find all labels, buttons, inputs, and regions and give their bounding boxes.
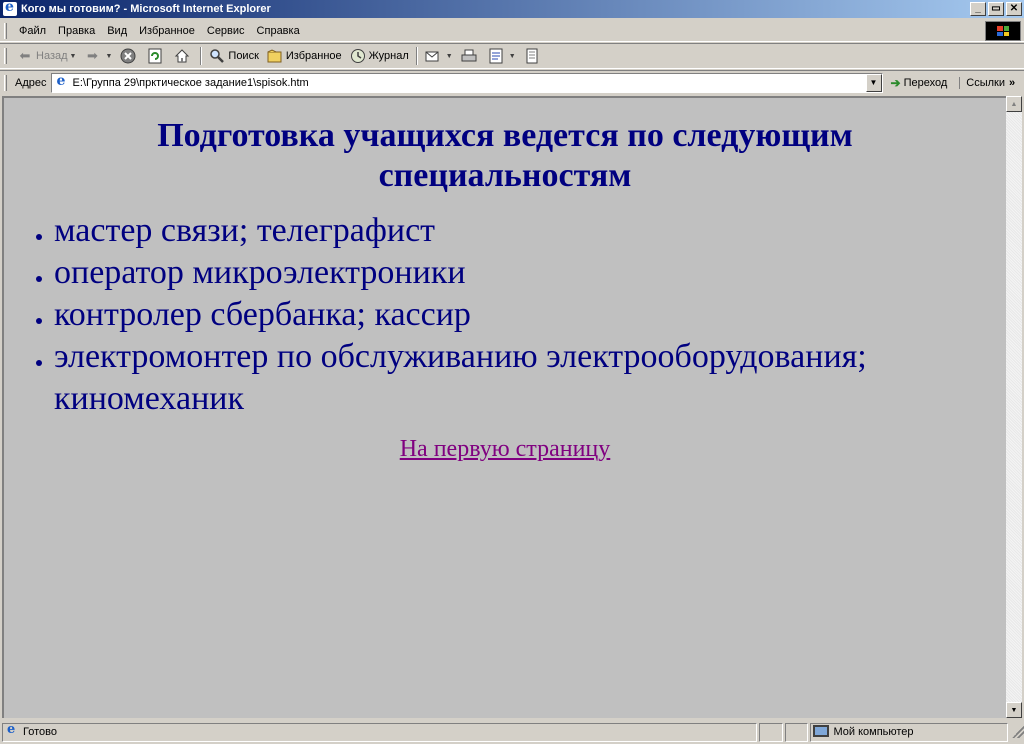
toolbar-grip[interactable] — [4, 48, 7, 64]
status-main: Готово — [2, 722, 757, 742]
menu-view[interactable]: Вид — [101, 25, 133, 37]
menu-grip[interactable] — [4, 22, 7, 39]
arrow-right-icon: ➡ — [87, 48, 98, 63]
resize-grip-icon[interactable] — [1012, 726, 1024, 738]
mail-button[interactable]: ▼ — [421, 45, 457, 67]
links-toolbar[interactable]: Ссылки — [959, 76, 1005, 89]
go-arrow-icon: ➔ — [890, 75, 901, 90]
edit-button[interactable]: ▼ — [484, 45, 520, 67]
title-bar: Кого мы готовим? - Microsoft Internet Ex… — [0, 0, 1024, 18]
refresh-icon — [147, 48, 163, 64]
computer-icon — [813, 725, 830, 737]
minimize-button[interactable]: _ — [970, 2, 986, 16]
back-button[interactable]: ⬅ Назад ▼ — [13, 45, 80, 67]
list-item: электромонтер по обслуживанию электрообо… — [32, 336, 1006, 420]
menu-tools[interactable]: Сервис — [201, 25, 251, 37]
vertical-scrollbar[interactable]: ▲ ▼ — [1006, 96, 1022, 718]
history-button[interactable]: Журнал — [346, 45, 413, 67]
restore-button[interactable]: ▭ — [988, 2, 1004, 16]
favorites-label: Избранное — [285, 50, 342, 62]
menu-file[interactable]: Файл — [13, 25, 52, 37]
chevron-right-icon[interactable]: » — [1009, 77, 1015, 89]
status-text: Готово — [23, 726, 57, 738]
forward-dropdown-icon[interactable]: ▼ — [105, 53, 112, 60]
specialty-list: мастер связи; телеграфист оператор микро… — [4, 210, 1006, 420]
status-progress — [759, 722, 783, 742]
standard-toolbar: ⬅ Назад ▼ ➡ ▼ Поиск Избранное Журнал ▼ ▼ — [0, 43, 1024, 69]
scroll-down-icon[interactable]: ▼ — [1006, 702, 1022, 718]
edit-dropdown-icon[interactable]: ▼ — [509, 53, 516, 60]
list-item: мастер связи; телеграфист — [32, 210, 1006, 252]
mail-icon — [425, 48, 441, 64]
favorites-button[interactable]: Избранное — [263, 45, 346, 67]
menu-bar: Файл Правка Вид Избранное Сервис Справка — [0, 20, 1024, 42]
address-grip[interactable] — [4, 74, 7, 91]
page-content: Подготовка учащихся ведется по следующим… — [2, 96, 1006, 718]
page-done-icon — [5, 722, 19, 739]
search-icon — [209, 48, 225, 64]
toolbar-separator — [415, 47, 418, 65]
list-item: оператор микроэлектроники — [32, 252, 1006, 294]
discuss-button[interactable] — [520, 45, 547, 67]
status-bar: Готово Мой компьютер — [0, 720, 1024, 744]
back-label: Назад — [36, 50, 68, 62]
page-heading: Подготовка учащихся ведется по следующим… — [157, 117, 853, 194]
refresh-button[interactable] — [143, 45, 170, 67]
close-button[interactable]: ✕ — [1006, 2, 1022, 16]
stop-icon — [120, 48, 136, 64]
status-zone: Мой компьютер — [810, 722, 1009, 742]
menu-help[interactable]: Справка — [251, 25, 306, 37]
windows-logo-icon — [985, 21, 1021, 41]
home-icon — [174, 48, 190, 64]
status-security — [784, 722, 809, 742]
window-controls: _ ▭ ✕ — [968, 2, 1022, 16]
address-input[interactable]: E:\Группа 29\прктическое задание1\spisok… — [50, 72, 883, 93]
zone-text: Мой компьютер — [833, 726, 914, 738]
search-label: Поиск — [228, 50, 259, 62]
address-dropdown-icon[interactable]: ▼ — [865, 73, 882, 92]
menu-edit[interactable]: Правка — [52, 25, 101, 37]
history-icon — [350, 48, 366, 64]
address-label: Адрес — [15, 76, 47, 89]
home-button[interactable] — [170, 45, 197, 67]
back-dropdown-icon[interactable]: ▼ — [70, 53, 77, 60]
ie-icon — [3, 0, 17, 16]
go-label: Переход — [903, 76, 948, 89]
address-value[interactable]: E:\Группа 29\прктическое задание1\spisok… — [73, 77, 309, 89]
forward-button[interactable]: ➡ ▼ — [80, 45, 116, 67]
list-item: контролер сбербанка; кассир — [32, 294, 1006, 336]
search-button[interactable]: Поиск — [205, 45, 262, 67]
page-icon — [54, 73, 70, 91]
favorites-icon — [267, 48, 283, 64]
mail-dropdown-icon[interactable]: ▼ — [446, 53, 453, 60]
menu-favorites[interactable]: Избранное — [133, 25, 201, 37]
scroll-up-icon[interactable]: ▲ — [1006, 96, 1022, 112]
discuss-icon — [524, 48, 540, 64]
print-button[interactable] — [457, 45, 484, 67]
print-icon — [461, 48, 477, 64]
arrow-left-icon: ⬅ — [19, 48, 31, 63]
stop-button[interactable] — [116, 45, 143, 67]
history-label: Журнал — [368, 50, 409, 62]
address-bar: Адрес E:\Группа 29\прктическое задание1\… — [0, 70, 1024, 94]
edit-icon — [488, 48, 504, 64]
window-title: Кого мы готовим? - Microsoft Internet Ex… — [21, 3, 271, 15]
go-button[interactable]: ➔ Переход — [891, 76, 948, 90]
toolbar-separator — [200, 47, 203, 65]
home-page-link[interactable]: На первую страницу — [4, 436, 1006, 463]
